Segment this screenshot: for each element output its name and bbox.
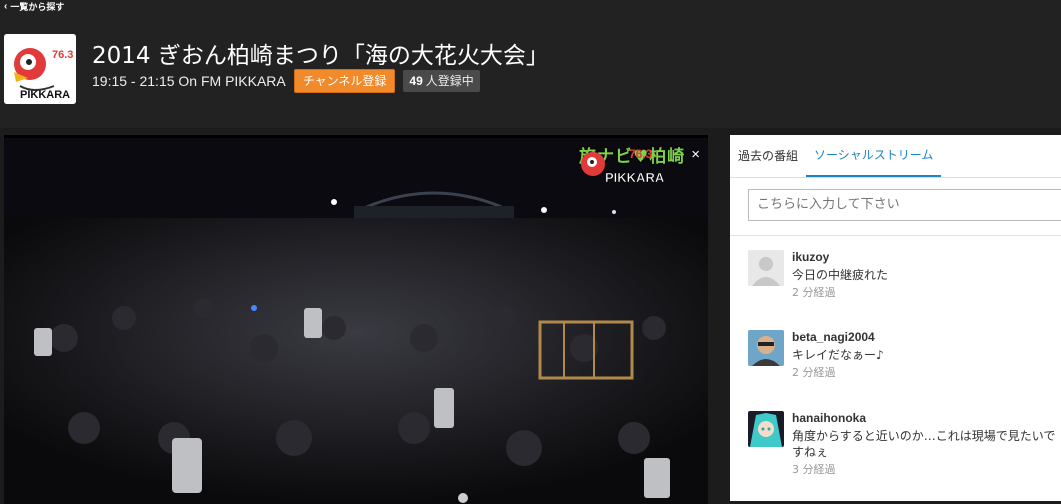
comment-item: ikuzoy 今日の中継疲れた 2 分経過 [748, 250, 1061, 310]
video-logo-name: PIKKARA [605, 170, 665, 185]
tab-past-programs[interactable]: 過去の番組 [730, 135, 806, 177]
subscriber-suffix: 人登録中 [425, 74, 474, 88]
channel-logo[interactable]: 76.3 PIKKARA [4, 34, 76, 104]
program-meta: 19:15 - 21:15 On FM PIKKARA チャンネル登録 49 人登… [92, 69, 480, 93]
program-title: 2014 ぎおん柏崎まつり「海の大花火大会」 [92, 43, 549, 69]
subscriber-badge: 49 人登録中 [403, 70, 480, 92]
comment-input[interactable] [749, 190, 1061, 218]
social-panel: 過去の番組 ソーシャルストリーム ikuzoy 今日の中継疲れた 2 分経過 [730, 135, 1061, 501]
user-photo-avatar[interactable] [748, 330, 784, 366]
subscriber-count: 49 [409, 74, 423, 88]
comment-username[interactable]: hanaihonoka [792, 411, 1061, 426]
logo-name: PIKKARA [20, 89, 70, 101]
comment-username[interactable]: beta_nagi2004 [792, 330, 1061, 345]
comment-text: 角度からすると近いのか…これは現場で見たいですねぇ [792, 429, 1056, 459]
comment-item: beta_nagi2004 キレイだなぁー♪ 2 分経過 [748, 330, 1061, 390]
brand-times: × [691, 146, 700, 163]
comment-time: 2 分経過 [792, 366, 836, 379]
default-avatar-icon[interactable] [748, 250, 784, 286]
back-link[interactable]: ‹ 一覧から探す [4, 0, 64, 13]
tab-social-stream[interactable]: ソーシャルストリーム [806, 135, 942, 177]
comment-time: 2 分経過 [792, 286, 836, 299]
comment-input-box[interactable] [748, 189, 1061, 221]
comment-username[interactable]: ikuzoy [792, 250, 1061, 265]
video-branding: 旅ナビ♥柏崎 × 76.3 PIKKARA [579, 142, 700, 185]
header: ‹ 一覧から探す 76.3 PIKKARA 2014 ぎおん柏崎まつり「海の大花… [0, 0, 1061, 128]
comment-item: hanaihonoka 角度からすると近いのか…これは現場で見たいですねぇ 3 … [748, 411, 1061, 476]
video-player[interactable]: 旅ナビ♥柏崎 × 76.3 PIKKARA [4, 135, 708, 504]
pikkara-logo-icon: 76.3 PIKKARA [580, 147, 665, 185]
comment-body: beta_nagi2004 キレイだなぁー♪ 2 分経過 [792, 330, 1061, 380]
comment-text: キレイだなぁー♪ [792, 348, 884, 362]
divider [730, 235, 1061, 236]
program-time: 19:15 - 21:15 On FM PIKKARA [92, 73, 286, 89]
comment-time: 3 分経過 [792, 463, 836, 476]
player-scrubber[interactable] [458, 493, 468, 503]
subscribe-button[interactable]: チャンネル登録 [293, 69, 396, 93]
comment-body: ikuzoy 今日の中継疲れた 2 分経過 [792, 250, 1061, 300]
logo-frequency: 76.3 [52, 49, 73, 61]
comment-text: 今日の中継疲れた [792, 268, 889, 282]
video-frame [4, 138, 708, 504]
panel-tabs: 過去の番組 ソーシャルストリーム [730, 135, 1061, 178]
comment-body: hanaihonoka 角度からすると近いのか…これは現場で見たいですねぇ 3 … [792, 411, 1061, 477]
anime-avatar[interactable] [748, 411, 784, 447]
video-logo-frequency: 76.3 [629, 147, 653, 161]
chevron-left-icon: ‹ [4, 1, 8, 12]
back-link-label: 一覧から探す [10, 2, 65, 12]
